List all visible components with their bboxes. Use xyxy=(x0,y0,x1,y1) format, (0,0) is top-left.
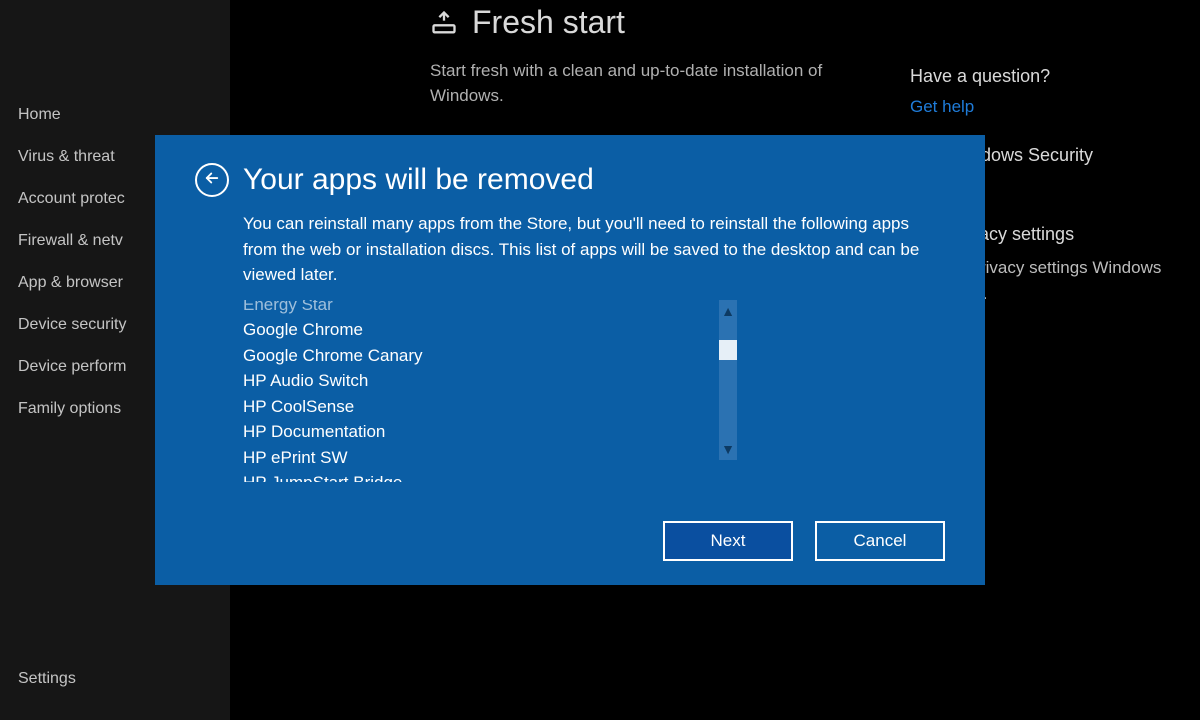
button-label: Next xyxy=(711,531,746,551)
back-button[interactable] xyxy=(195,163,229,197)
next-button[interactable]: Next xyxy=(663,521,793,561)
remove-apps-dialog: Your apps will be removed You can reinst… xyxy=(155,135,985,585)
apps-scrollbar[interactable]: ▲ ▼ xyxy=(719,300,737,460)
list-item: HP ePrint SW xyxy=(243,445,711,471)
list-item: Google Chrome xyxy=(243,317,711,343)
cancel-button[interactable]: Cancel xyxy=(815,521,945,561)
arrow-left-icon xyxy=(203,169,221,192)
apps-list: Energy Star Google Chrome Google Chrome … xyxy=(243,300,711,482)
list-item: HP Documentation xyxy=(243,419,711,445)
list-item: HP Audio Switch xyxy=(243,368,711,394)
list-item: Energy Star xyxy=(243,300,711,318)
chevron-up-icon[interactable]: ▲ xyxy=(721,304,735,318)
chevron-down-icon[interactable]: ▼ xyxy=(721,442,735,456)
dialog-title: Your apps will be removed xyxy=(243,163,594,197)
list-item: Google Chrome Canary xyxy=(243,343,711,369)
dialog-description: You can reinstall many apps from the Sto… xyxy=(243,211,945,288)
scrollbar-thumb[interactable] xyxy=(719,340,737,360)
button-label: Cancel xyxy=(854,531,907,551)
list-item: HP CoolSense xyxy=(243,394,711,420)
list-item: HP JumpStart Bridge xyxy=(243,470,711,482)
